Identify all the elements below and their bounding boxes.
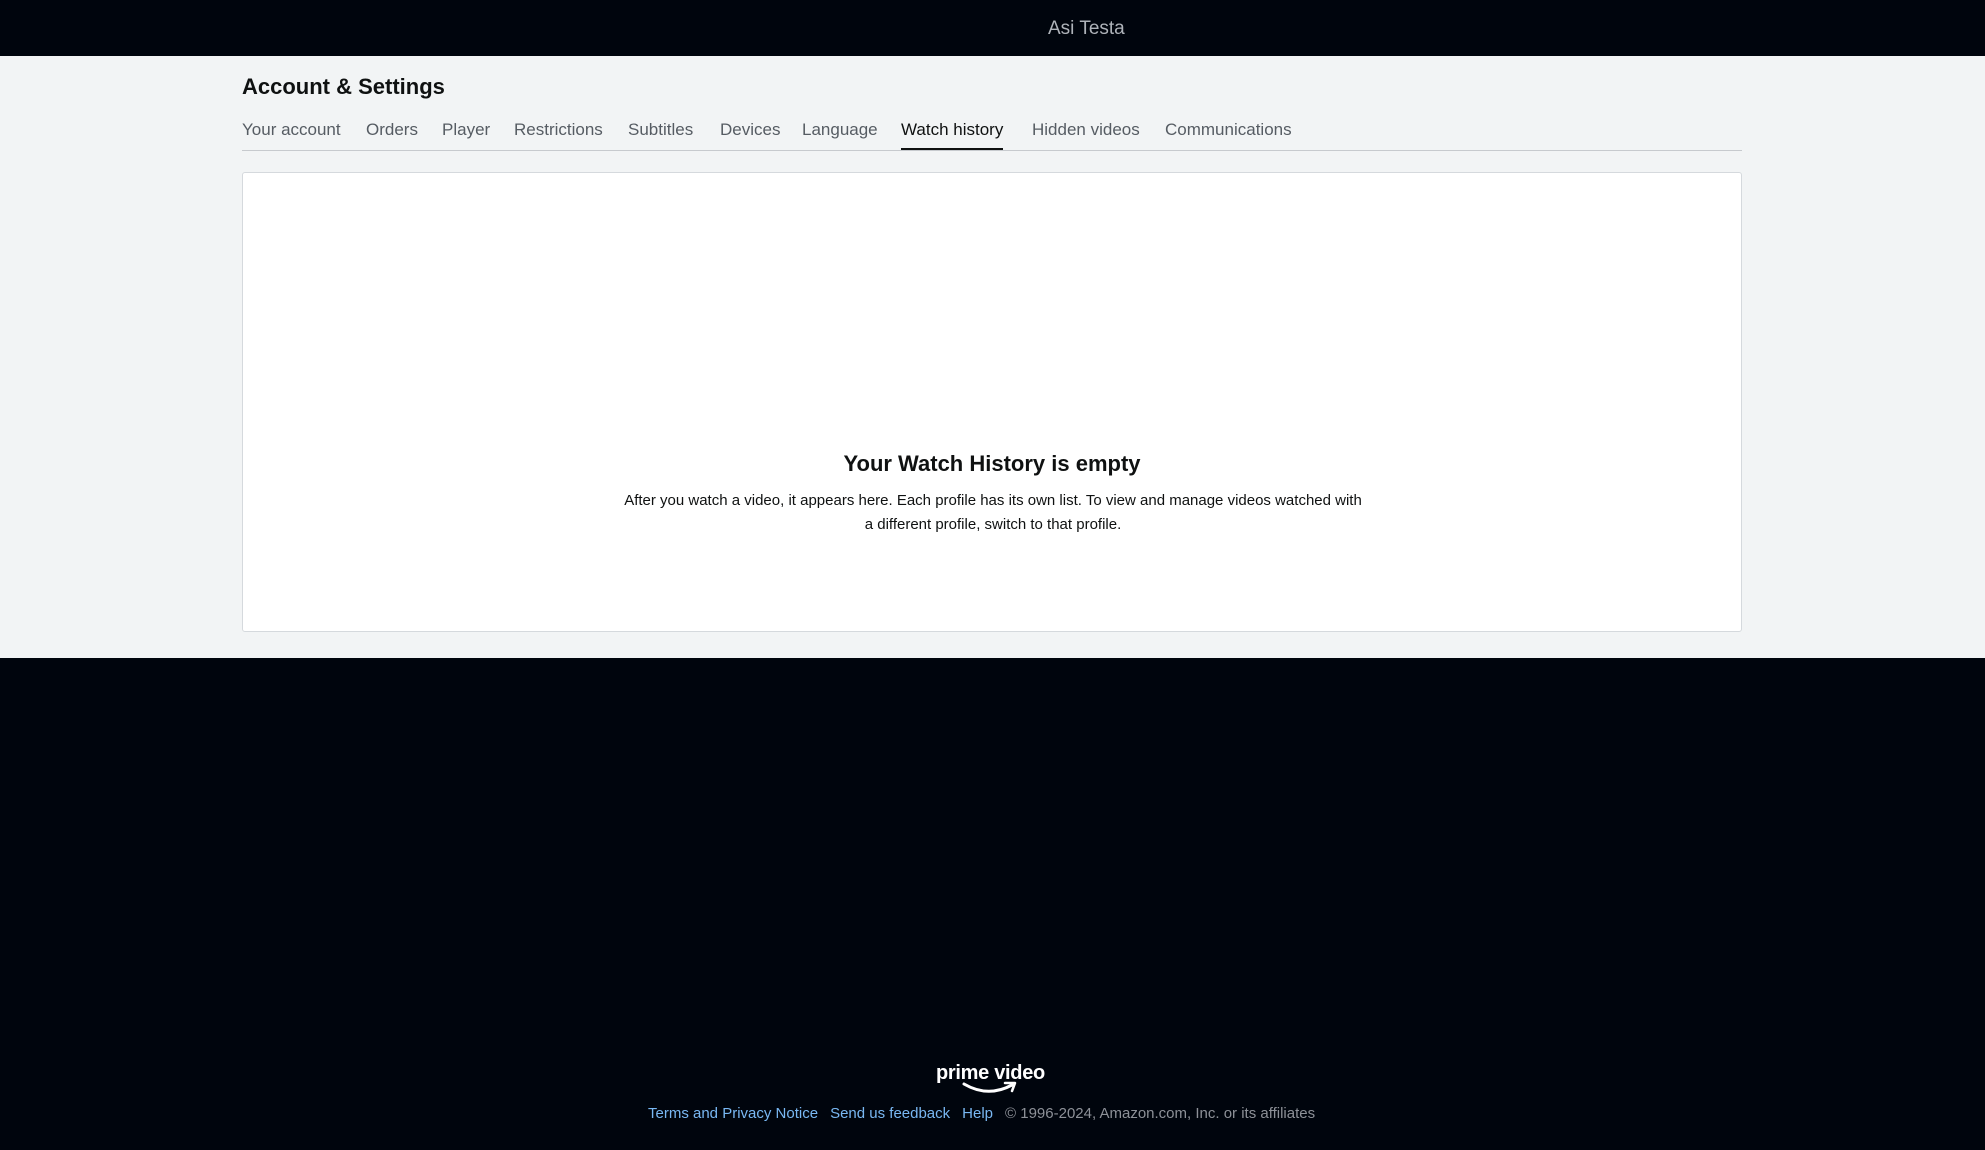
tab-subtitles[interactable]: Subtitles	[628, 118, 693, 150]
profile-name-button[interactable]: Asi Testa	[1048, 17, 1125, 41]
help-link[interactable]: Help	[962, 1105, 993, 1122]
tab-hidden-videos[interactable]: Hidden videos	[1032, 118, 1140, 150]
footer-links: Terms and Privacy Notice Send us feedback…	[648, 1102, 1315, 1126]
send-feedback-link[interactable]: Send us feedback	[830, 1105, 950, 1122]
tab-watch-history[interactable]: Watch history	[901, 118, 1004, 150]
tab-your-account[interactable]: Your account	[242, 118, 341, 150]
settings-tabs: Your account Orders Player Restrictions …	[242, 118, 1742, 151]
tab-orders[interactable]: Orders	[366, 118, 418, 150]
empty-state-description: After you watch a video, it appears here…	[624, 492, 1362, 533]
top-navigation-bar: Asi Testa	[0, 0, 1985, 56]
footer: prime video Terms and Privacy Notice Send…	[0, 658, 1985, 1150]
tab-restrictions[interactable]: Restrictions	[514, 118, 603, 150]
copyright-text: © 1996-2024, Amazon.com, Inc. or its aff…	[1005, 1105, 1316, 1122]
empty-state-title: Your Watch History is empty	[843, 451, 1141, 476]
prime-video-logo: prime video	[936, 1062, 1046, 1098]
tab-communications[interactable]: Communications	[1165, 118, 1292, 150]
settings-main-area: Account & Settings Your account Orders P…	[0, 56, 1985, 658]
page-title: Account & Settings	[242, 74, 445, 99]
amazon-smile-icon	[962, 1081, 1017, 1093]
terms-and-privacy-link[interactable]: Terms and Privacy Notice	[648, 1105, 818, 1122]
tab-language[interactable]: Language	[802, 118, 878, 150]
watch-history-panel: Your Watch History is empty After you wa…	[242, 172, 1742, 632]
tab-devices[interactable]: Devices	[720, 118, 780, 150]
tab-player[interactable]: Player	[442, 118, 490, 150]
